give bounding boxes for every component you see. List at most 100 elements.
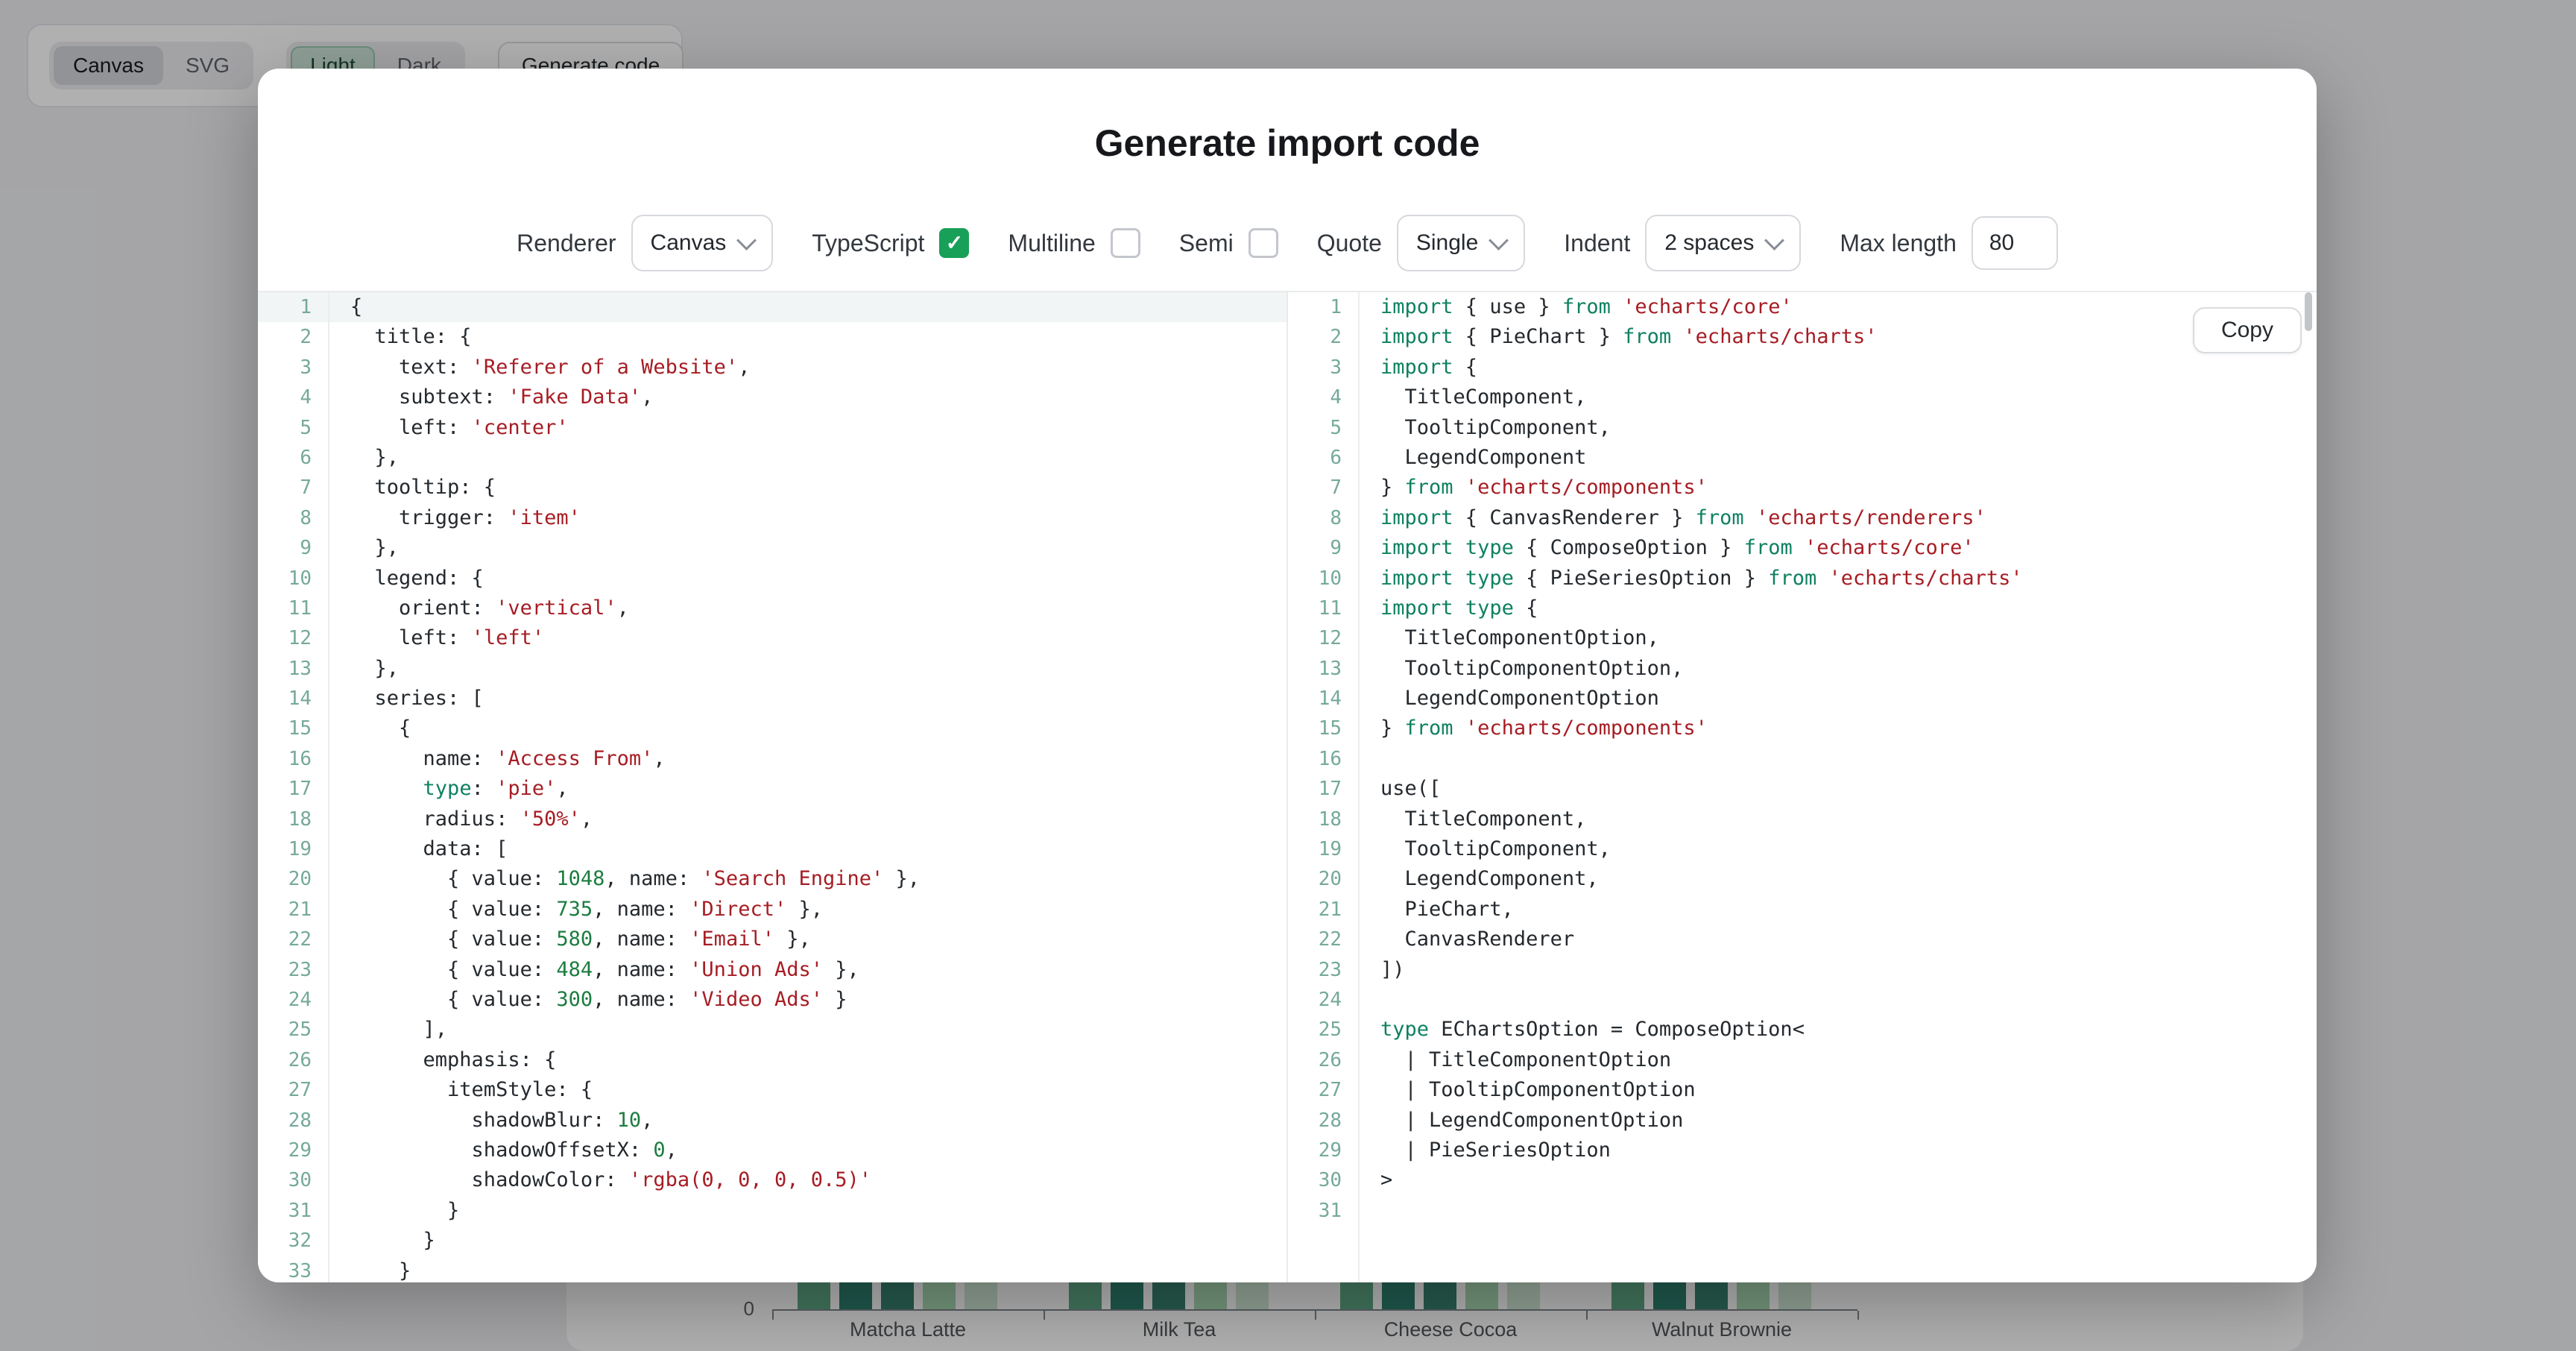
- code-line[interactable]: >: [1360, 1165, 2317, 1195]
- code-line[interactable]: subtext: 'Fake Data',: [329, 382, 1287, 412]
- code-line[interactable]: TitleComponent,: [1360, 382, 2317, 412]
- code-line[interactable]: TooltipComponent,: [1360, 834, 2317, 864]
- code-line[interactable]: use([: [1360, 774, 2317, 804]
- code-line[interactable]: import type {: [1360, 593, 2317, 623]
- code-line[interactable]: legend: {: [329, 564, 1287, 593]
- code-line[interactable]: LegendComponentOption: [1360, 684, 2317, 714]
- code-line[interactable]: import { CanvasRenderer } from 'echarts/…: [1360, 503, 2317, 533]
- code-line[interactable]: {: [329, 292, 1287, 322]
- line-number: 13: [1288, 654, 1358, 684]
- code-line[interactable]: { value: 484, name: 'Union Ads' },: [329, 955, 1287, 985]
- code-line[interactable]: radius: '50%',: [329, 804, 1287, 834]
- code-line[interactable]: {: [329, 714, 1287, 743]
- line-number: 14: [1288, 684, 1358, 714]
- line-number: 16: [1288, 744, 1358, 774]
- typescript-checkbox[interactable]: ✓: [939, 228, 969, 258]
- code-line[interactable]: }: [329, 1256, 1287, 1283]
- line-number: 32: [258, 1226, 328, 1256]
- line-number: 28: [1288, 1106, 1358, 1136]
- semi-group: Semi ✓: [1179, 228, 1278, 258]
- code-line[interactable]: data: [: [329, 834, 1287, 864]
- line-number: 12: [258, 623, 328, 653]
- code-line[interactable]: { value: 1048, name: 'Search Engine' },: [329, 864, 1287, 894]
- modal-toolbar: Renderer Canvas TypeScript ✓ Multiline ✓…: [258, 213, 2317, 273]
- code-line[interactable]: PieChart,: [1360, 895, 2317, 925]
- line-number: 33: [258, 1256, 328, 1283]
- code-line[interactable]: | TooltipComponentOption: [1360, 1075, 2317, 1105]
- code-line[interactable]: itemStyle: {: [329, 1075, 1287, 1105]
- option-code-editor[interactable]: 1234567891011121314151617181920212223242…: [258, 292, 1288, 1282]
- code-line[interactable]: | TitleComponentOption: [1360, 1045, 2317, 1075]
- code-line[interactable]: },: [329, 443, 1287, 473]
- code-line[interactable]: series: [: [329, 684, 1287, 714]
- code-line[interactable]: CanvasRenderer: [1360, 925, 2317, 954]
- code-line[interactable]: shadowBlur: 10,: [329, 1106, 1287, 1136]
- code-line[interactable]: { value: 300, name: 'Video Ads' }: [329, 985, 1287, 1015]
- quote-select[interactable]: Single: [1397, 215, 1525, 271]
- indent-select-value: 2 spaces: [1664, 230, 1754, 256]
- code-line[interactable]: LegendComponent: [1360, 443, 2317, 473]
- semi-checkbox[interactable]: ✓: [1248, 228, 1278, 258]
- code-line[interactable]: shadowOffsetX: 0,: [329, 1136, 1287, 1165]
- line-number: 2: [258, 322, 328, 352]
- max-length-input[interactable]: [1972, 216, 2058, 270]
- code-line[interactable]: shadowColor: 'rgba(0, 0, 0, 0.5)': [329, 1165, 1287, 1195]
- code-line[interactable]: emphasis: {: [329, 1045, 1287, 1075]
- line-number: 10: [258, 564, 328, 593]
- code-line[interactable]: },: [329, 533, 1287, 563]
- line-number: 19: [1288, 834, 1358, 864]
- code-column: import { use } from 'echarts/core'import…: [1360, 292, 2317, 1282]
- code-line[interactable]: tooltip: {: [329, 473, 1287, 503]
- line-number: 30: [258, 1165, 328, 1195]
- line-number: 24: [258, 985, 328, 1015]
- typescript-group: TypeScript ✓: [812, 228, 969, 258]
- code-line[interactable]: import type { ComposeOption } from 'echa…: [1360, 533, 2317, 563]
- code-line[interactable]: title: {: [329, 322, 1287, 352]
- code-line[interactable]: left: 'center': [329, 413, 1287, 443]
- code-line[interactable]: [1360, 985, 2317, 1015]
- code-line[interactable]: }: [329, 1226, 1287, 1256]
- code-line[interactable]: { value: 735, name: 'Direct' },: [329, 895, 1287, 925]
- line-number-gutter: 1234567891011121314151617181920212223242…: [258, 292, 329, 1282]
- code-line[interactable]: left: 'left': [329, 623, 1287, 653]
- code-line[interactable]: type: 'pie',: [329, 774, 1287, 804]
- code-line[interactable]: import {: [1360, 353, 2317, 382]
- modal-scrollbar-thumb[interactable]: [2305, 292, 2312, 331]
- indent-select[interactable]: 2 spaces: [1645, 215, 1801, 271]
- code-line[interactable]: TitleComponentOption,: [1360, 623, 2317, 653]
- code-line[interactable]: ],: [329, 1015, 1287, 1045]
- line-number-gutter: 1234567891011121314151617181920212223242…: [1288, 292, 1360, 1282]
- line-number: 27: [258, 1075, 328, 1105]
- line-number: 23: [258, 955, 328, 985]
- code-line[interactable]: trigger: 'item': [329, 503, 1287, 533]
- code-line[interactable]: [1360, 1196, 2317, 1226]
- code-line[interactable]: text: 'Referer of a Website',: [329, 353, 1287, 382]
- line-number: 20: [258, 864, 328, 894]
- code-line[interactable]: TitleComponent,: [1360, 804, 2317, 834]
- code-line[interactable]: ]): [1360, 955, 2317, 985]
- code-line[interactable]: },: [329, 654, 1287, 684]
- code-line[interactable]: [1360, 744, 2317, 774]
- code-line[interactable]: | LegendComponentOption: [1360, 1106, 2317, 1136]
- renderer-select[interactable]: Canvas: [631, 215, 774, 271]
- multiline-checkbox[interactable]: ✓: [1111, 228, 1140, 258]
- import-code-editor[interactable]: 1234567891011121314151617181920212223242…: [1288, 292, 2317, 1282]
- code-line[interactable]: import { use } from 'echarts/core': [1360, 292, 2317, 322]
- code-line[interactable]: TooltipComponent,: [1360, 413, 2317, 443]
- code-line[interactable]: { value: 580, name: 'Email' },: [329, 925, 1287, 954]
- code-line[interactable]: | PieSeriesOption: [1360, 1136, 2317, 1165]
- code-line[interactable]: import { PieChart } from 'echarts/charts…: [1360, 322, 2317, 352]
- code-line[interactable]: } from 'echarts/components': [1360, 714, 2317, 743]
- copy-button[interactable]: Copy: [2193, 307, 2302, 353]
- code-line[interactable]: name: 'Access From',: [329, 744, 1287, 774]
- code-line[interactable]: } from 'echarts/components': [1360, 473, 2317, 503]
- code-line[interactable]: orient: 'vertical',: [329, 593, 1287, 623]
- code-line[interactable]: type EChartsOption = ComposeOption<: [1360, 1015, 2317, 1045]
- code-line[interactable]: LegendComponent,: [1360, 864, 2317, 894]
- code-line[interactable]: import type { PieSeriesOption } from 'ec…: [1360, 564, 2317, 593]
- line-number: 5: [1288, 413, 1358, 443]
- line-number: 3: [1288, 353, 1358, 382]
- code-line[interactable]: TooltipComponentOption,: [1360, 654, 2317, 684]
- code-line[interactable]: }: [329, 1196, 1287, 1226]
- line-number: 18: [258, 804, 328, 834]
